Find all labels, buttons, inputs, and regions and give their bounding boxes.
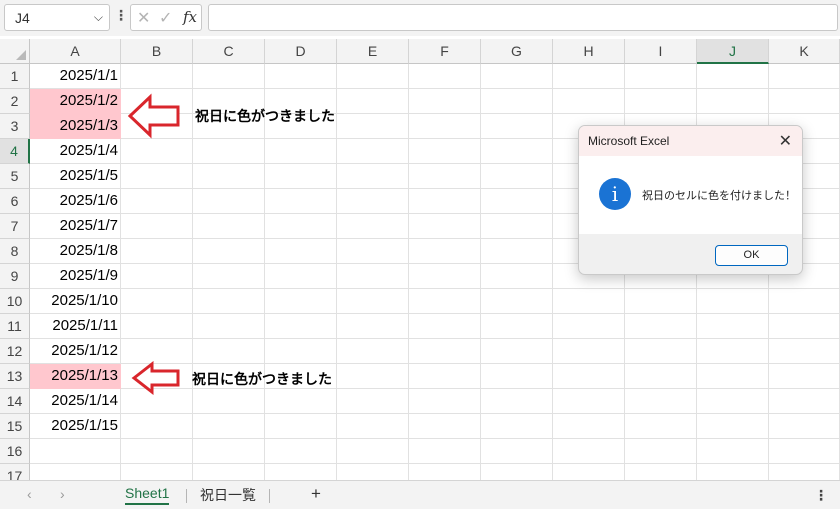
tab-divider <box>186 489 187 503</box>
row-header[interactable]: 12 <box>0 339 30 364</box>
chevron-down-icon[interactable]: ⌵ <box>94 10 103 25</box>
column-header-e[interactable]: E <box>337 39 409 64</box>
formula-buttons: ✕ ✓ fx <box>130 4 202 31</box>
column-header-k[interactable]: K <box>769 39 840 64</box>
cell-a1[interactable]: 2025/1/1 <box>30 64 121 89</box>
annotation-note: 祝日に色がつきました <box>192 371 332 387</box>
grid-line <box>264 64 265 480</box>
row-header[interactable]: 4 <box>0 139 30 164</box>
cell-a10[interactable]: 2025/1/10 <box>30 289 121 314</box>
cell-a8[interactable]: 2025/1/8 <box>30 239 121 264</box>
column-header-i[interactable]: I <box>625 39 697 64</box>
add-sheet-button[interactable]: + <box>311 484 321 504</box>
row-header[interactable]: 15 <box>0 414 30 439</box>
dialog-message: 祝日のセルに色を付けました！ <box>642 190 796 202</box>
arrow-left-icon <box>127 93 180 139</box>
tab-divider <box>269 489 270 503</box>
cell-a3[interactable]: 2025/1/3 <box>30 114 121 139</box>
cell-a15[interactable]: 2025/1/15 <box>30 414 121 439</box>
cell-a11[interactable]: 2025/1/11 <box>30 314 121 339</box>
name-box-value: J4 <box>15 10 30 26</box>
cell-a9[interactable]: 2025/1/9 <box>30 264 121 289</box>
column-header-d[interactable]: D <box>265 39 337 64</box>
grid-line <box>30 338 840 339</box>
cell-a13[interactable]: 2025/1/13 <box>30 364 121 389</box>
row-header[interactable]: 8 <box>0 239 30 264</box>
grid-line <box>30 438 840 439</box>
column-header-a[interactable]: A <box>30 39 121 64</box>
arrow-left-icon <box>131 361 180 395</box>
grid-line <box>30 413 840 414</box>
cell-a4[interactable]: 2025/1/4 <box>30 139 121 164</box>
column-header-c[interactable]: C <box>193 39 265 64</box>
grid-line <box>30 288 840 289</box>
grid-line <box>192 64 193 480</box>
row-header[interactable]: 16 <box>0 439 30 464</box>
grid-line <box>30 88 840 89</box>
message-dialog: Microsoft Excel ✕ i 祝日のセルに色を付けました！ OK <box>578 125 803 275</box>
check-icon[interactable]: ✓ <box>159 8 172 28</box>
chevron-left-icon[interactable]: ‹ <box>27 486 32 502</box>
row-header[interactable]: 14 <box>0 389 30 414</box>
row-header[interactable]: 2 <box>0 89 30 114</box>
row-header[interactable]: 10 <box>0 289 30 314</box>
more-vertical-icon[interactable]: ⋮ <box>814 487 828 504</box>
row-header[interactable]: 3 <box>0 114 30 139</box>
row-header[interactable]: 7 <box>0 214 30 239</box>
grid-line <box>480 64 481 480</box>
formula-input[interactable] <box>208 4 838 31</box>
cell-a5[interactable]: 2025/1/5 <box>30 164 121 189</box>
annotation-note: 祝日に色がつきました <box>195 108 335 124</box>
cell-a12[interactable]: 2025/1/12 <box>30 339 121 364</box>
ok-button[interactable]: OK <box>715 245 788 266</box>
insert-function-icon[interactable]: fx <box>183 8 197 26</box>
chevron-right-icon[interactable]: › <box>60 486 65 502</box>
row-header[interactable]: 6 <box>0 189 30 214</box>
cancel-icon[interactable]: ✕ <box>137 8 150 28</box>
column-header-h[interactable]: H <box>553 39 625 64</box>
column-header-j[interactable]: J <box>697 39 769 64</box>
cell-a2[interactable]: 2025/1/2 <box>30 89 121 114</box>
column-header-b[interactable]: B <box>121 39 193 64</box>
row-header[interactable]: 1 <box>0 64 30 89</box>
sheet-tab-sheet1[interactable]: Sheet1 <box>125 485 170 505</box>
select-all-corner[interactable] <box>0 39 30 64</box>
cell-a7[interactable]: 2025/1/7 <box>30 214 121 239</box>
row-header[interactable]: 5 <box>0 164 30 189</box>
formula-bar: J4 ⌵ ⋮ ✕ ✓ fx <box>0 0 840 36</box>
dialog-body: i 祝日のセルに色を付けました！ <box>579 156 802 234</box>
sheet-tab-bar: ‹ › Sheet1 祝日一覧 + ⋮ <box>0 480 840 509</box>
row-header[interactable]: 11 <box>0 314 30 339</box>
info-icon: i <box>599 178 631 210</box>
grid-line <box>408 64 409 480</box>
grid-line <box>552 64 553 480</box>
row-header[interactable]: 9 <box>0 264 30 289</box>
grid-line <box>30 463 840 464</box>
row-header[interactable]: 13 <box>0 364 30 389</box>
grid-line <box>336 64 337 480</box>
cell-a6[interactable]: 2025/1/6 <box>30 189 121 214</box>
name-box[interactable]: J4 ⌵ <box>4 4 110 31</box>
close-icon[interactable]: ✕ <box>779 131 792 151</box>
column-header-g[interactable]: G <box>481 39 553 64</box>
more-vertical-icon[interactable]: ⋮ <box>114 7 128 24</box>
column-header-f[interactable]: F <box>409 39 481 64</box>
grid-line <box>30 313 840 314</box>
cell-a14[interactable]: 2025/1/14 <box>30 389 121 414</box>
dialog-title: Microsoft Excel <box>588 134 670 148</box>
dialog-title-bar: Microsoft Excel ✕ <box>579 126 802 156</box>
sheet-tab-holidays[interactable]: 祝日一覧 <box>200 485 256 505</box>
